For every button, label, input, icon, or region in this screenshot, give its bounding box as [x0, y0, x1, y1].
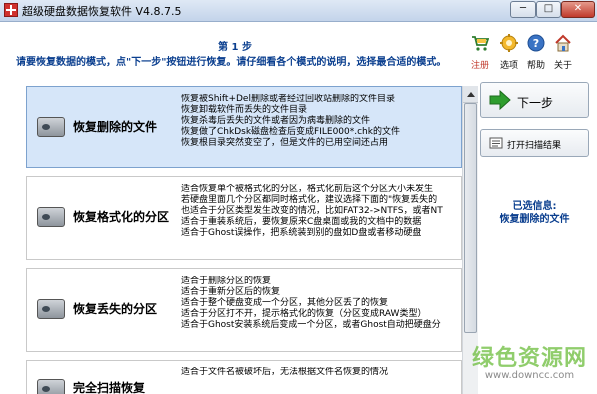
register-label: 注册	[470, 61, 489, 71]
scroll-thumb[interactable]	[464, 103, 477, 333]
open-scan-results-label: 打开扫描结果	[507, 141, 562, 151]
mode-line: 恢复卸载软件而丢失的文件目录	[181, 105, 308, 115]
house-icon	[555, 34, 571, 52]
minimize-button[interactable]: ─	[510, 1, 536, 18]
folder-open-icon	[489, 137, 503, 149]
mode-line: 恢复杀毒后丢失的文件或者因为病毒删除的文件	[181, 116, 371, 126]
help-icon: ?	[527, 34, 545, 52]
watermark: 绿色资源网 www.downcc.com	[462, 340, 597, 381]
options-label: 选项	[499, 61, 518, 71]
mode-item-recover-deleted[interactable]: 恢复删除的文件 恢复被Shift+Del删除或者经过回收站删除的文件目录 恢复卸…	[26, 86, 462, 168]
mode-line: 适合于Ghost误操作，把系统装到别的盘如D盘或者移动硬盘	[181, 228, 422, 238]
next-arrow-icon	[489, 90, 511, 110]
register-button[interactable]: 注册	[467, 34, 493, 71]
hard-disk-icon	[37, 117, 65, 137]
mode-item-recover-lost-partition[interactable]: 恢复丢失的分区 适合于删除分区的恢复 适合于重新分区后的恢复 适合于整个硬盘变成…	[26, 268, 462, 352]
about-label: 关于	[553, 61, 572, 71]
mode-line: 适合于重装系统后，要恢复原来C盘桌面或我的文档中的数据	[181, 217, 422, 227]
open-scan-results-button[interactable]: 打开扫描结果	[480, 129, 589, 157]
mode-name: 恢复丢失的分区	[73, 302, 158, 316]
mode-line: 适合于删除分区的恢复	[181, 276, 272, 286]
cart-icon	[472, 36, 490, 51]
mode-name: 恢复格式化的分区	[73, 210, 170, 224]
mode-line: 也适合于分区类型发生改变的情况，比如FAT32->NTFS，或者NT	[181, 206, 443, 216]
options-button[interactable]: 选项	[496, 34, 522, 71]
maximize-button[interactable]: □	[536, 1, 561, 18]
mode-line: 恢复做了ChkDsk磁盘检查后变成FILE000*.chk的文件	[181, 127, 400, 137]
step-title: 第 1 步	[218, 42, 252, 53]
next-step-button[interactable]: 下一步	[480, 82, 589, 118]
mode-description: 适合恢复单个被格式化的分区，格式化前后这个分区大小未发生 若硬盘里面几个分区都同…	[181, 184, 459, 239]
mode-line: 若硬盘里面几个分区都同时格式化，建议选择下面的"恢复丢失的	[181, 195, 438, 205]
mode-description: 适合于删除分区的恢复 适合于重新分区后的恢复 适合于整个硬盘变成一个分区，其他分…	[181, 276, 459, 331]
mode-line: 适合于文件名被破坏后，无法根据文件名恢复的情况	[181, 367, 389, 377]
help-label: 帮助	[526, 61, 545, 71]
mode-line: 适合于重新分区后的恢复	[181, 287, 281, 297]
hard-disk-icon	[37, 207, 65, 227]
mode-item-recover-formatted[interactable]: 恢复格式化的分区 适合恢复单个被格式化的分区，格式化前后这个分区大小未发生 若硬…	[26, 176, 462, 260]
mode-name: 完全扫描恢复	[73, 381, 146, 394]
about-button[interactable]: 关于	[550, 34, 576, 71]
hard-disk-icon	[37, 379, 65, 394]
mode-line: 适合恢复单个被格式化的分区，格式化前后这个分区大小未发生	[181, 184, 434, 194]
selected-info-value: 恢复删除的文件	[499, 214, 570, 225]
window-title: 超级硬盘数据恢复软件 V4.8.7.5	[22, 5, 182, 18]
hard-disk-icon	[37, 299, 65, 319]
gear-icon	[500, 34, 518, 52]
scroll-up-arrow[interactable]	[463, 86, 478, 103]
mode-name: 恢复删除的文件	[73, 120, 158, 134]
watermark-text: 绿色资源网	[471, 346, 587, 371]
mode-list: 恢复删除的文件 恢复被Shift+Del删除或者经过回收站删除的文件目录 恢复卸…	[26, 86, 462, 394]
svg-text:?: ?	[533, 37, 539, 50]
mode-description: 恢复被Shift+Del删除或者经过回收站删除的文件目录 恢复卸载软件而丢失的文…	[181, 94, 459, 149]
app-icon	[4, 3, 18, 17]
selected-info: 已选信息: 恢复删除的文件	[480, 200, 589, 226]
title-bar: 超级硬盘数据恢复软件 V4.8.7.5 ─ □ ✕	[0, 0, 597, 22]
help-button[interactable]: ? 帮助	[523, 34, 549, 71]
next-step-label: 下一步	[517, 96, 554, 110]
close-button[interactable]: ✕	[561, 1, 595, 18]
mode-line: 恢复根目录突然变空了，但是文件的已用空间还占用	[181, 138, 389, 148]
mode-item-full-scan[interactable]: 完全扫描恢复 适合于文件名被破坏后，无法根据文件名恢复的情况	[26, 360, 462, 394]
selected-info-caption: 已选信息:	[512, 201, 557, 212]
mode-description: 适合于文件名被破坏后，无法根据文件名恢复的情况	[181, 367, 459, 378]
mode-line: 适合于分区打不开，提示格式化的恢复（分区变成RAW类型）	[181, 309, 427, 319]
mode-line: 适合于整个硬盘变成一个分区，其他分区丢了的恢复	[181, 298, 389, 308]
mode-line: 恢复被Shift+Del删除或者经过回收站删除的文件目录	[181, 94, 395, 104]
mode-line: 适合于Ghost安装系统后变成一个分区，或者Ghost自动把硬盘分	[181, 320, 441, 330]
step-description: 请要恢复数据的模式，点"下一步"按钮进行恢复。请仔细看各个模式的说明，选择最合适…	[16, 57, 447, 68]
